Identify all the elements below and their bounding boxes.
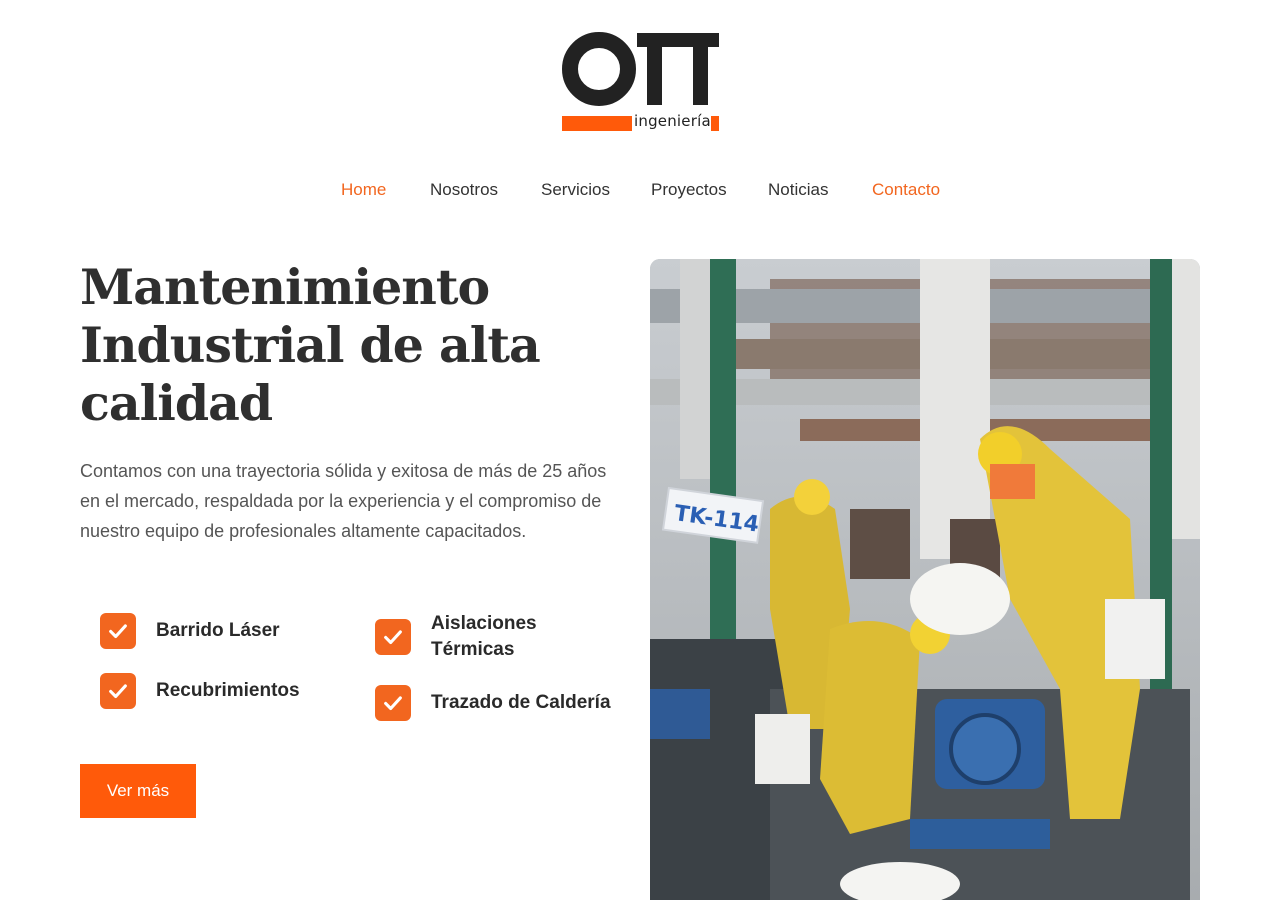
- industrial-photo-illustration: TK-114: [650, 259, 1200, 900]
- hero-title: Mantenimiento Industrial de alta calidad: [80, 258, 640, 432]
- check-icon: [100, 613, 136, 649]
- feature-label: Aislaciones Térmicas: [431, 613, 537, 660]
- check-icon: [375, 619, 411, 655]
- hero-title-line-1: Mantenimiento: [80, 258, 490, 316]
- nav-contacto[interactable]: Contacto: [872, 178, 940, 202]
- nav-noticias[interactable]: Noticias: [768, 178, 828, 202]
- feature-recubrimientos: Recubrimientos: [100, 673, 300, 709]
- nav-nosotros[interactable]: Nosotros: [430, 178, 498, 202]
- feature-trazado-de-calderia: Trazado de Caldería: [375, 685, 611, 721]
- feature-label: Barrido Láser: [156, 620, 280, 641]
- nav-home[interactable]: Home: [341, 178, 386, 202]
- hero-title-line-3: calidad: [80, 374, 273, 432]
- feature-label: Trazado de Caldería: [431, 692, 611, 713]
- check-icon: [375, 685, 411, 721]
- feature-label: Recubrimientos: [156, 680, 300, 701]
- site-logo[interactable]: ingeniería: [560, 30, 722, 134]
- ver-mas-button[interactable]: Ver más: [80, 764, 196, 818]
- feature-barrido-laser: Barrido Láser: [100, 613, 280, 649]
- check-icon: [100, 673, 136, 709]
- feature-aislaciones-termicas: Aislaciones Térmicas: [375, 611, 551, 663]
- main-nav: Home Nosotros Servicios Proyectos Notici…: [0, 178, 1280, 204]
- hero-title-line-2: Industrial de alta: [80, 316, 541, 374]
- logo-subtitle: ingeniería: [634, 112, 711, 130]
- nav-proyectos[interactable]: Proyectos: [651, 178, 727, 202]
- nav-servicios[interactable]: Servicios: [541, 178, 610, 202]
- hero-photo: TK-114: [650, 259, 1200, 900]
- hero-description: Contamos con una trayectoria sólida y ex…: [80, 461, 607, 541]
